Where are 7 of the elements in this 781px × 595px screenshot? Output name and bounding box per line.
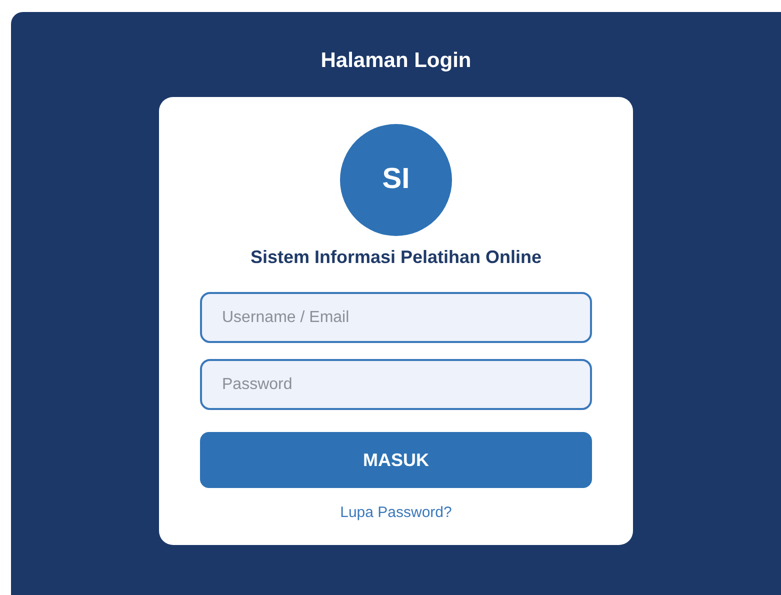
app-name: Sistem Informasi Pelatihan Online [250,246,542,269]
page-title: Halaman Login [320,48,472,74]
forgot-password-link[interactable]: Lupa Password? [340,502,452,524]
password-field[interactable]: Password [200,359,592,410]
login-button[interactable]: MASUK [200,432,592,488]
logo-badge: SI [340,124,452,236]
username-field[interactable]: Username / Email [200,292,592,343]
